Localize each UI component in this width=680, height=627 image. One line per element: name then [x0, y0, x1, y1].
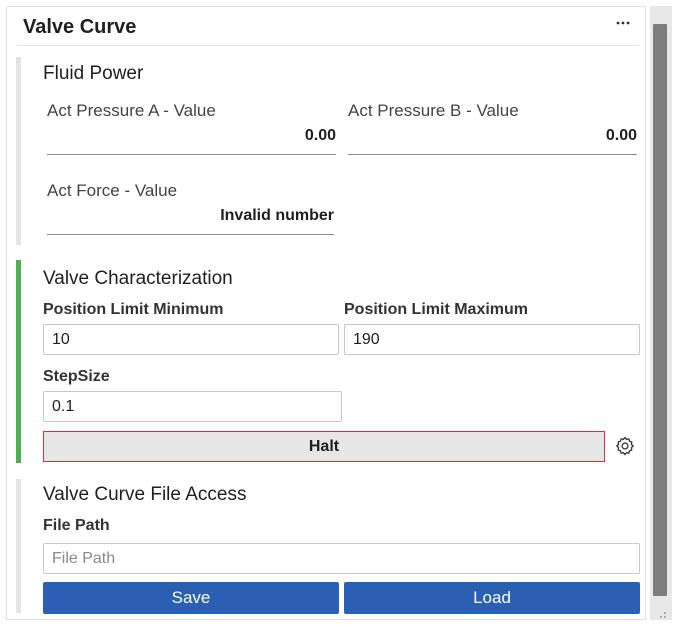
- file-path-input[interactable]: [43, 543, 640, 574]
- resize-grip-icon[interactable]: [654, 606, 668, 620]
- position-min-input[interactable]: [43, 324, 339, 355]
- header-divider: [17, 45, 639, 46]
- section-title: Valve Characterization: [43, 268, 233, 289]
- load-button[interactable]: Load: [344, 582, 640, 614]
- position-min-label: Position Limit Minimum: [43, 301, 224, 318]
- position-max-label: Position Limit Maximum: [344, 301, 529, 318]
- pressure-a-value: 0.00: [304, 127, 336, 144]
- position-max-input[interactable]: [344, 324, 640, 355]
- file-path-label: File Path: [43, 517, 110, 534]
- panel-header: Valve Curve: [7, 7, 645, 47]
- section-accent-bar: [16, 260, 21, 463]
- panel-title: Valve Curve: [23, 16, 137, 38]
- section-title: Fluid Power: [43, 63, 144, 84]
- step-size-input[interactable]: [43, 391, 342, 422]
- pressure-b-label: Act Pressure B - Value: [348, 101, 519, 120]
- save-button[interactable]: Save: [43, 582, 339, 614]
- file-access-section: Valve Curve File Access File Path Save L…: [16, 479, 641, 614]
- section-title: Valve Curve File Access: [43, 484, 247, 505]
- valve-characterization-section: Valve Characterization Position Limit Mi…: [16, 260, 641, 463]
- more-horizontal-icon[interactable]: [611, 11, 635, 35]
- pressure-b-underline: [348, 154, 637, 155]
- valve-curve-panel: Valve Curve Fluid Power Act Pressure A -…: [6, 6, 646, 620]
- section-accent-bar: [16, 57, 21, 245]
- section-accent-bar: [16, 479, 21, 613]
- halt-button[interactable]: Halt: [43, 431, 605, 462]
- force-value: Invalid number: [220, 207, 334, 224]
- force-label: Act Force - Value: [47, 181, 178, 200]
- pressure-a-label: Act Pressure A - Value: [47, 101, 216, 120]
- fluid-power-section: Fluid Power Act Pressure A - Value 0.00 …: [16, 57, 641, 245]
- vertical-scrollbar[interactable]: [650, 6, 672, 620]
- force-underline: [47, 234, 334, 235]
- scrollbar-thumb[interactable]: [653, 24, 667, 596]
- pressure-b-value: 0.00: [605, 127, 637, 144]
- pressure-a-underline: [47, 154, 336, 155]
- gear-icon[interactable]: [614, 435, 636, 457]
- step-size-label: StepSize: [43, 368, 110, 385]
